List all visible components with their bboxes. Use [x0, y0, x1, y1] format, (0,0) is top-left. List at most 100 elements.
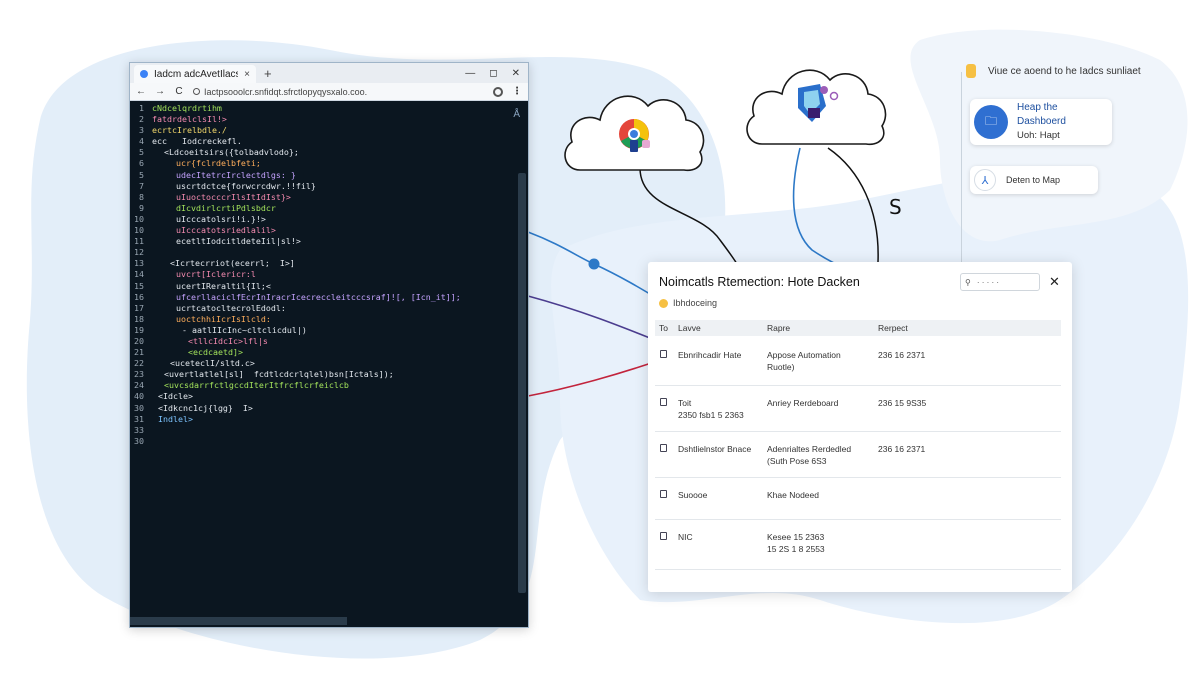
cell-rerpect: 236 15 9S35: [878, 398, 927, 408]
code-text: dIcvdirlcrtiPdlsbdcr: [176, 202, 276, 213]
window-controls: — ◻ ✕: [465, 68, 528, 79]
code-line: 16 ufcerllaciclfEcrInIracrIcecreccleitccc…: [130, 292, 516, 303]
document-icon: [660, 532, 667, 540]
reload-button[interactable]: C: [174, 86, 184, 97]
cell-lave: Toit: [678, 398, 692, 408]
menu-icon[interactable]: ⋮: [512, 86, 522, 97]
cell-lave-extra: 2350 fsb1 5 2363: [678, 410, 744, 420]
col-header-rapre[interactable]: Rapre: [767, 323, 790, 333]
code-line: 14 uvcrt[Iclericr:l: [130, 269, 516, 280]
editor-side-icon[interactable]: Å: [513, 109, 520, 120]
code-line: 3 ecrtcIrelbdle./: [130, 125, 516, 136]
new-tab-button[interactable]: +: [264, 66, 272, 81]
dialog-title: Noimcatls Rtemection: Hote Dacken: [659, 275, 860, 289]
code-line: 30: [130, 436, 516, 447]
url-field[interactable]: Iactpsooolcr.snfidqt.sfrctlopyqysxalo.co…: [193, 87, 484, 97]
top-note-text: Viue ce aoend to he Iadcs sunliaet: [988, 65, 1141, 77]
line-number: 9: [139, 202, 144, 213]
vertical-scrollbar[interactable]: [518, 173, 526, 593]
code-line: 5 udecItetrcIrclectdlgs: }: [130, 170, 516, 181]
table-row[interactable]: Dshtlielnstor Bnace Adenrialtes Rerdedled…: [655, 432, 1061, 478]
connector-line-purple: [527, 295, 661, 343]
code-text: <uvertlatlel[sl] fcdtlcdcrlqlel)bsn[Icta…: [164, 369, 394, 380]
cell-lave: Suoooe: [678, 490, 708, 500]
line-number: 19: [134, 324, 144, 335]
handwritten-mark: S: [889, 195, 902, 219]
code-line: 8 uIuoctocccrIlsItIdIst}>: [130, 192, 516, 203]
cell-rapre: Khae Nodeed: [767, 490, 819, 500]
code-text: uIcccatotsriedlalil>: [176, 225, 276, 236]
line-number: 2: [139, 114, 144, 125]
help-dashboard-card[interactable]: 🗀 Heap the Dashboerd Uoh: Hapt: [970, 99, 1112, 145]
line-number: 22: [134, 358, 144, 369]
back-button[interactable]: ←: [136, 86, 146, 97]
close-window-button[interactable]: ✕: [512, 68, 520, 79]
minimize-button[interactable]: —: [465, 68, 475, 79]
code-text: uIuoctocccrIlsItIdIst}>: [176, 191, 291, 202]
cell-rapre-extra: 15 2S 1 8 2553: [767, 544, 825, 554]
code-line: 20 <tllcIdcIc>lfl|s: [130, 336, 516, 347]
dialog-search[interactable]: ⚲: [960, 273, 1040, 291]
col-header-to[interactable]: To: [659, 323, 668, 333]
dialog-subtitle-text: Ibhdoceing: [673, 298, 718, 308]
code-text: <Icrtecrriot(ecerrl; I>]: [170, 258, 295, 269]
tab-bar: Iadcm adcAvetIlacst × + — ◻ ✕: [130, 63, 528, 83]
table-row[interactable]: Toit 2350 fsb1 5 2363 Anriey Rerdeboard 236…: [655, 386, 1061, 432]
forward-button[interactable]: →: [155, 86, 165, 97]
line-number: 15: [134, 280, 144, 291]
dialog-close-button[interactable]: ✕: [1049, 274, 1060, 290]
folder-icon: 🗀: [974, 105, 1008, 139]
status-dot-icon: [659, 298, 668, 308]
code-line: 31 Indlel>: [130, 414, 516, 425]
dialog-subtitle: Ibhdoceing: [659, 298, 717, 308]
tab-close-icon[interactable]: ×: [244, 69, 250, 80]
maximize-button[interactable]: ◻: [489, 68, 497, 79]
table-row[interactable]: Ebnrihcadir Hate Appose Automation Ruotle)…: [655, 338, 1061, 386]
table-row[interactable]: Suoooe Khae Nodeed: [655, 478, 1061, 520]
line-number: 23: [134, 369, 144, 380]
line-number: 33: [134, 424, 144, 435]
horizontal-scrollbar[interactable]: [130, 617, 347, 625]
line-number: 14: [134, 269, 144, 280]
line-number: 3: [139, 125, 144, 136]
code-text: ecetltIodcitldeteIil|sl!>: [176, 236, 301, 247]
code-line: 40 <Idcle>: [130, 391, 516, 402]
table-row[interactable]: NIC Kesee 15 2363 15 2S 1 8 2553: [655, 520, 1061, 570]
code-line: 13 <Icrtecrriot(ecerrl; I>]: [130, 258, 516, 269]
connector-line-blue: [527, 231, 661, 301]
table-header: To Lavve Rapre Rerpect: [655, 320, 1061, 336]
col-header-rerpect[interactable]: Rerpect: [878, 323, 908, 333]
code-text: uvcrt[Iclericr:l: [176, 269, 256, 280]
detect-map-card[interactable]: ⅄ Deten to Map: [970, 166, 1098, 194]
code-text: ecrtcIrelbdle./: [152, 125, 227, 136]
code-line: 12: [130, 247, 516, 258]
code-text: ucrtcatocltecrolEdodl:: [176, 302, 286, 313]
cell-lave: Dshtlielnstor Bnace: [678, 444, 752, 454]
document-icon: [660, 398, 667, 406]
cell-rapre: Adenrialtes Rerdedled: [767, 444, 852, 454]
code-text: ucr{fclrdelbfeti;: [176, 158, 261, 169]
browser-tab[interactable]: Iadcm adcAvetIlacst ×: [134, 65, 256, 83]
code-text: - aatlIIcInc~cltclicdul|): [182, 324, 307, 335]
dialog-search-input[interactable]: [976, 277, 1027, 287]
line-number: 12: [134, 247, 144, 258]
code-text: ucertIReraltil{Il;<: [176, 280, 271, 291]
line-number: 40: [134, 391, 144, 402]
cloud-left: [564, 95, 705, 172]
line-number: 8: [139, 191, 144, 202]
browser-window: Iadcm adcAvetIlacst × + — ◻ ✕ ← → C Iact…: [129, 62, 529, 628]
extension-icon[interactable]: [493, 86, 503, 97]
cell-rapre: Anriey Rerdeboard: [767, 398, 839, 408]
code-text: <Idcle>: [158, 391, 193, 402]
code-line: 10 uIcccatolsri!i.}!>: [130, 214, 516, 225]
cloud-string-right: [792, 147, 846, 269]
code-text: udecItetrcIrclectdlgs: }: [176, 169, 296, 180]
code-text: <Ldcoeitsirs({tolbadvlodo};: [164, 147, 299, 158]
lock-icon: [193, 88, 200, 95]
code-line: 11 ecetltIodcitldeteIil|sl!>: [130, 236, 516, 247]
code-editor[interactable]: 1 cNdcelqrdrtihm 2 fatdrdelclsIl!> 3 ecrtcIre…: [130, 101, 528, 627]
code-line: 7 uscrtdctce{forwcrcdwr.!!fil}: [130, 181, 516, 192]
line-number: 10: [134, 213, 144, 224]
col-header-lavve[interactable]: Lavve: [678, 323, 701, 333]
line-number: 31: [134, 413, 144, 424]
